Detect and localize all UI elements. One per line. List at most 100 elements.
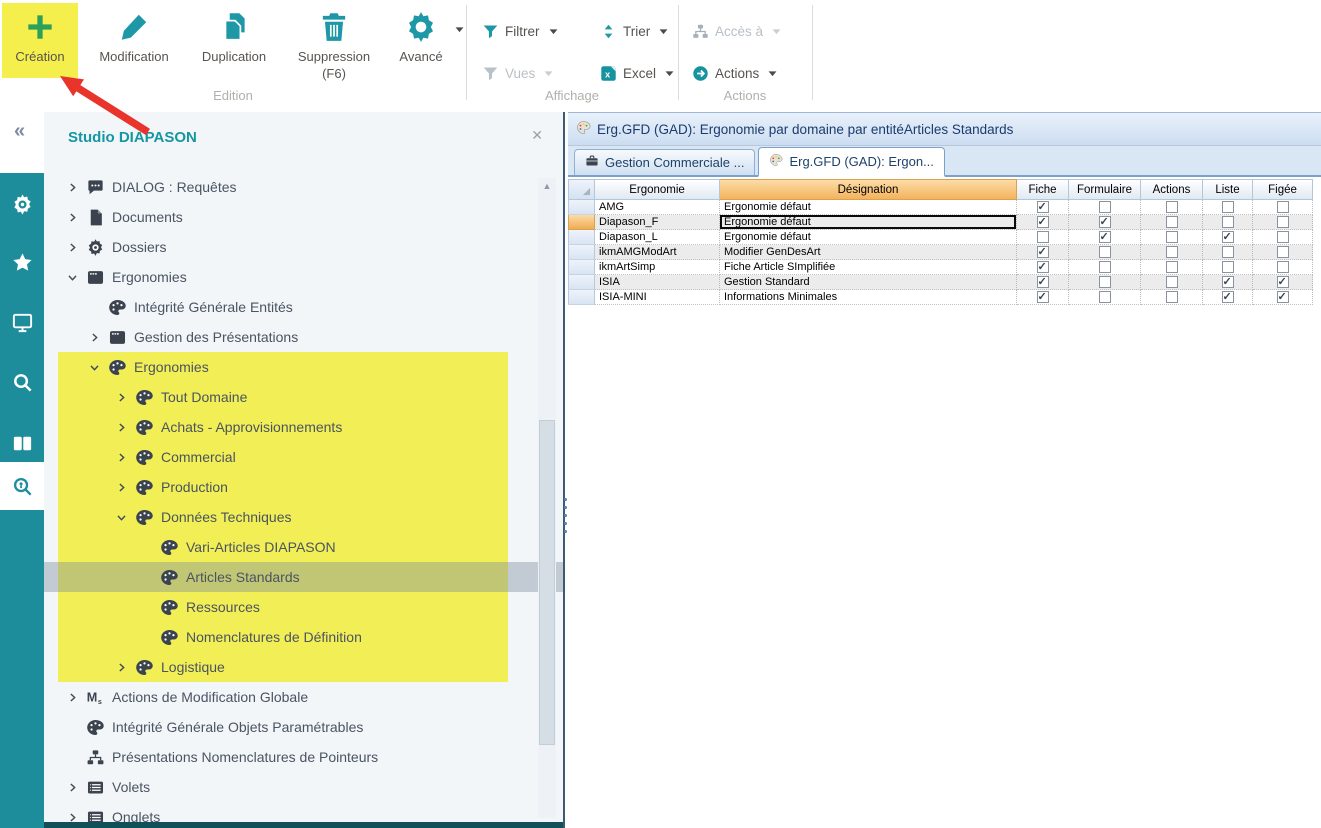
chevron-right-icon[interactable] <box>115 450 135 465</box>
cell-fiche[interactable] <box>1017 215 1069 230</box>
checkbox-unchecked[interactable] <box>1166 216 1178 228</box>
chevron-right-icon[interactable] <box>115 660 135 675</box>
tree-item[interactable]: Commercial <box>44 442 563 472</box>
tree-item[interactable]: Nomenclatures de Définition <box>44 622 563 652</box>
cell-fiche[interactable] <box>1017 290 1069 305</box>
tab-erg-gfd[interactable]: Erg.GFD (GAD): Ergon... <box>758 147 944 177</box>
actions-button[interactable]: Actions <box>692 62 777 84</box>
checkbox-checked[interactable] <box>1037 201 1049 213</box>
tree-item[interactable]: Articles Standards <box>44 562 563 592</box>
row-selector[interactable] <box>568 200 595 215</box>
tree-item[interactable]: Documents <box>44 202 563 232</box>
avance-dropdown-caret[interactable] <box>455 26 464 33</box>
checkbox-unchecked[interactable] <box>1166 231 1178 243</box>
checkbox-unchecked[interactable] <box>1099 291 1111 303</box>
cell-ergonomie[interactable]: Diapason_F <box>595 215 720 230</box>
avance-button[interactable]: Avancé <box>390 3 452 64</box>
cell-ergonomie[interactable]: ISIA-MINI <box>595 290 720 305</box>
acces-a-dropdown-caret[interactable] <box>772 28 781 35</box>
tree-item[interactable]: MsActions de Modification Globale <box>44 682 563 712</box>
acces-a-button[interactable]: Accès à <box>692 20 781 42</box>
column-header-designation[interactable]: Désignation <box>720 179 1017 200</box>
cell-fiche[interactable] <box>1017 260 1069 275</box>
cell-liste[interactable] <box>1203 275 1253 290</box>
cell-formulaire[interactable] <box>1069 290 1141 305</box>
creation-button[interactable]: Création <box>2 3 78 78</box>
checkbox-unchecked[interactable] <box>1099 276 1111 288</box>
tree-item[interactable]: Gestion des Présentations <box>44 322 563 352</box>
cell-actions[interactable] <box>1141 275 1203 290</box>
cell-ergonomie[interactable]: AMG <box>595 200 720 215</box>
settings-wheel-icon[interactable] <box>0 182 44 226</box>
checkbox-unchecked[interactable] <box>1277 261 1289 273</box>
tree-item[interactable]: Dossiers <box>44 232 563 262</box>
chevron-right-icon[interactable] <box>115 420 135 435</box>
tree-item[interactable]: Intégrité Générale Entités <box>44 292 563 322</box>
chevron-down-icon[interactable] <box>88 360 108 375</box>
chevron-right-icon[interactable] <box>66 180 86 195</box>
cell-designation[interactable]: Fiche Article SImplifiée <box>720 260 1017 275</box>
cell-formulaire[interactable] <box>1069 245 1141 260</box>
column-header-actions[interactable]: Actions <box>1141 179 1203 200</box>
checkbox-unchecked[interactable] <box>1277 201 1289 213</box>
column-header-figée[interactable]: Figée <box>1253 179 1313 200</box>
tree-item[interactable]: Ressources <box>44 592 563 622</box>
tree-item[interactable]: Logistique <box>44 652 563 682</box>
tree-item[interactable]: Volets <box>44 772 563 802</box>
tree-item[interactable]: Présentations Nomenclatures de Pointeurs <box>44 742 563 772</box>
cell-liste[interactable] <box>1203 200 1253 215</box>
checkbox-unchecked[interactable] <box>1099 201 1111 213</box>
tree-item[interactable]: Ergonomies <box>44 352 563 382</box>
trier-dropdown-caret[interactable] <box>659 28 668 35</box>
cell-ergonomie[interactable]: ISIA <box>595 275 720 290</box>
checkbox-checked[interactable] <box>1222 276 1234 288</box>
cell-figée[interactable] <box>1253 290 1313 305</box>
checkbox-unchecked[interactable] <box>1166 201 1178 213</box>
duplication-button[interactable]: Duplication <box>188 3 280 64</box>
chevron-right-icon[interactable] <box>66 690 86 705</box>
excel-button[interactable]: x Excel <box>600 62 674 84</box>
cell-designation[interactable]: Informations Minimales <box>720 290 1017 305</box>
row-selector[interactable] <box>568 275 595 290</box>
checkbox-unchecked[interactable] <box>1166 246 1178 258</box>
cell-formulaire[interactable] <box>1069 230 1141 245</box>
checkbox-checked[interactable] <box>1099 231 1111 243</box>
chevron-right-icon[interactable] <box>115 390 135 405</box>
cell-fiche[interactable] <box>1017 230 1069 245</box>
checkbox-checked[interactable] <box>1037 246 1049 258</box>
cell-formulaire[interactable] <box>1069 275 1141 290</box>
cell-ergonomie[interactable]: ikmArtSimp <box>595 260 720 275</box>
row-selector[interactable] <box>568 245 595 260</box>
cell-designation[interactable]: Ergonomie défaut <box>720 230 1017 245</box>
cell-liste[interactable] <box>1203 290 1253 305</box>
cell-liste[interactable] <box>1203 230 1253 245</box>
cell-liste[interactable] <box>1203 245 1253 260</box>
cell-actions[interactable] <box>1141 260 1203 275</box>
search-location-icon[interactable] <box>0 464 44 508</box>
tree-item[interactable]: Intégrité Générale Objets Paramétrables <box>44 712 563 742</box>
checkbox-unchecked[interactable] <box>1099 246 1111 258</box>
cell-figée[interactable] <box>1253 275 1313 290</box>
search-icon[interactable] <box>0 360 44 404</box>
scrollbar-thumb[interactable] <box>539 420 555 745</box>
checkbox-checked[interactable] <box>1037 291 1049 303</box>
tree-item[interactable]: Production <box>44 472 563 502</box>
column-header-liste[interactable]: Liste <box>1203 179 1253 200</box>
excel-dropdown-caret[interactable] <box>665 70 674 77</box>
row-selector[interactable] <box>568 290 595 305</box>
cell-figée[interactable] <box>1253 200 1313 215</box>
row-selector[interactable] <box>568 260 595 275</box>
modification-button[interactable]: Modification <box>84 3 184 64</box>
trier-button[interactable]: Trier <box>600 20 668 42</box>
cell-actions[interactable] <box>1141 230 1203 245</box>
cell-actions[interactable] <box>1141 290 1203 305</box>
cell-formulaire[interactable] <box>1069 200 1141 215</box>
tab-gestion-commerciale[interactable]: Gestion Commerciale ... <box>574 149 755 175</box>
filtrer-dropdown-caret[interactable] <box>549 28 558 35</box>
cell-fiche[interactable] <box>1017 275 1069 290</box>
cell-actions[interactable] <box>1141 200 1203 215</box>
cell-ergonomie[interactable]: Diapason_L <box>595 230 720 245</box>
column-header-formulaire[interactable]: Formulaire <box>1069 179 1141 200</box>
tree-item[interactable]: Tout Domaine <box>44 382 563 412</box>
close-icon[interactable]: ✕ <box>531 127 543 144</box>
